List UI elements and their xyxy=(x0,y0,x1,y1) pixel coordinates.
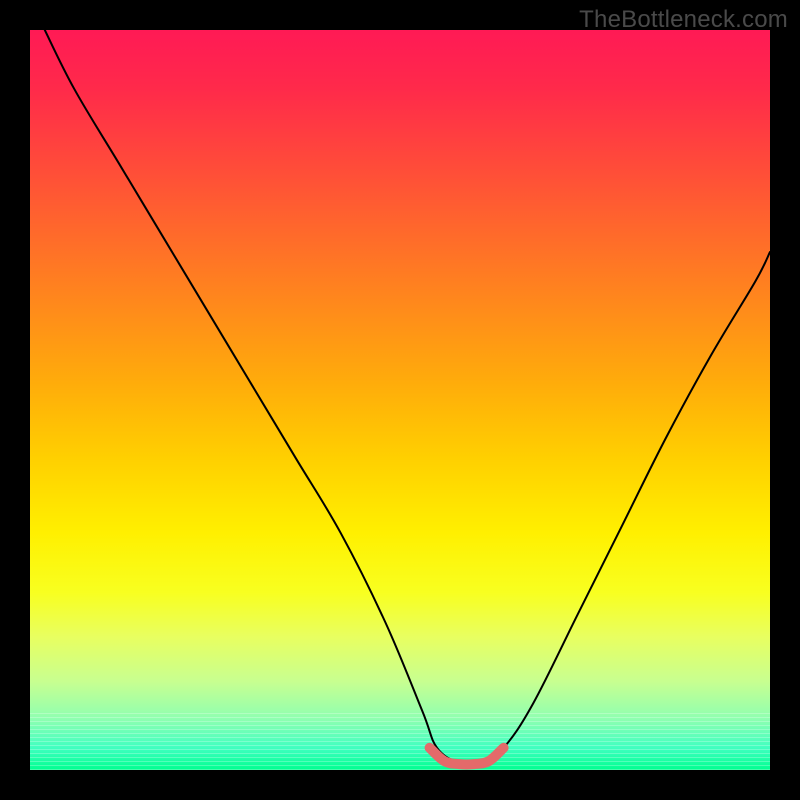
plot-area xyxy=(30,30,770,770)
curve-svg xyxy=(30,30,770,770)
flat-bottom-marker-path xyxy=(430,748,504,765)
chart-frame: TheBottleneck.com xyxy=(0,0,800,800)
watermark-text: TheBottleneck.com xyxy=(579,6,788,34)
bottleneck-curve-path xyxy=(45,30,770,765)
